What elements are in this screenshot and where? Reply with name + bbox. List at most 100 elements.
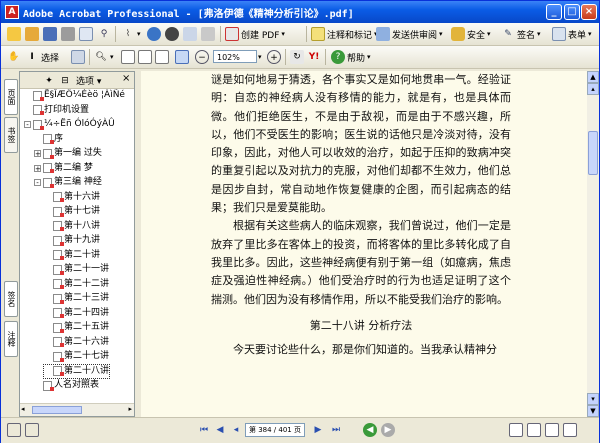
- bookmark-item[interactable]: 第二十讲: [44, 249, 100, 262]
- print-setup-button[interactable]: [183, 26, 197, 42]
- tab-comments[interactable]: 注释: [4, 321, 18, 357]
- fit-page-button[interactable]: [138, 49, 152, 65]
- bookmark-icon: [43, 380, 54, 391]
- scroll-down-button[interactable]: ▼: [587, 405, 599, 417]
- select-text-button[interactable]: I 选择: [25, 49, 59, 65]
- yahoo-button[interactable]: Y!: [307, 49, 321, 65]
- maximize-button[interactable]: □: [564, 4, 580, 20]
- bookmark-item[interactable]: - 第三编 神经: [34, 176, 102, 189]
- camera-button[interactable]: [165, 26, 179, 42]
- zoom-out-button[interactable]: −: [195, 49, 209, 65]
- close-button[interactable]: ×: [581, 4, 597, 20]
- email-button[interactable]: [79, 26, 93, 42]
- scroll-top-button[interactable]: ▴: [587, 83, 599, 95]
- scroll-up-button[interactable]: ▲: [587, 71, 599, 83]
- tab-pages[interactable]: 页面: [4, 79, 18, 115]
- bookmark-item[interactable]: 第二十一讲: [44, 263, 109, 276]
- bookmark-item[interactable]: 第十六讲: [44, 191, 100, 204]
- comment-markup-button[interactable]: 注释和标记▾: [311, 26, 378, 42]
- delete-bookmark-icon[interactable]: ⊟: [58, 74, 72, 88]
- chapter-heading: 第二十八讲 分析疗法: [309, 318, 413, 332]
- zoom-level-input[interactable]: 102%: [213, 50, 257, 63]
- collapse-icon[interactable]: -: [24, 121, 31, 129]
- print-button[interactable]: [61, 26, 75, 42]
- document-view[interactable]: 谜是如何地易于猜透，各个事实又是如何地贯串一气。经验证明：自恋的神经病人没有移情…: [141, 71, 587, 417]
- bookmark-item[interactable]: + 第二编 梦: [34, 162, 93, 175]
- next-page-icon[interactable]: ▶: [311, 423, 325, 437]
- bookmark-item[interactable]: 第十九讲: [44, 234, 100, 247]
- open-button[interactable]: [7, 26, 21, 42]
- rotate-button[interactable]: ↻: [290, 49, 304, 65]
- actual-size-button[interactable]: [121, 49, 135, 65]
- fit-width-button[interactable]: [155, 49, 169, 65]
- bookmark-item[interactable]: 第二十六讲: [44, 336, 109, 349]
- collapse-icon[interactable]: -: [34, 179, 41, 187]
- forms-button[interactable]: 表单 ▾: [552, 26, 592, 42]
- zoom-dropdown[interactable]: ▾: [258, 49, 262, 65]
- pdf-icon: [183, 27, 197, 41]
- snapshot-button[interactable]: [71, 49, 85, 65]
- bookmark-item[interactable]: 第十七讲: [44, 205, 100, 218]
- panel-horizontal-scrollbar[interactable]: ◂ ▸: [20, 403, 134, 416]
- bookmark-item[interactable]: 第二十五讲: [44, 321, 109, 334]
- minimize-button[interactable]: _: [546, 4, 562, 20]
- hand-tool-button[interactable]: ✋: [7, 49, 21, 65]
- send-review-button[interactable]: 发送供审阅 ▾: [376, 26, 443, 42]
- tab-bookmarks[interactable]: 书签: [4, 117, 18, 153]
- previous-page-icon[interactable]: ◀: [213, 423, 227, 437]
- bookmark-item[interactable]: + 第一编 过失: [34, 147, 102, 160]
- document-vertical-scrollbar[interactable]: ▲ ▴ ▾ ▼: [587, 71, 599, 417]
- bookmark-item[interactable]: 序: [34, 133, 63, 146]
- bookmark-icon: [53, 351, 64, 362]
- scroll-thumb[interactable]: [588, 131, 598, 175]
- first-page-icon[interactable]: ⏮: [197, 423, 211, 437]
- bookmark-item[interactable]: 人名对照表: [34, 379, 99, 392]
- bookmark-item[interactable]: 第二十四讲: [44, 307, 109, 320]
- scroll-bottom-button[interactable]: ▾: [587, 393, 599, 405]
- sign-button[interactable]: ✎ 签名 ▾: [501, 26, 540, 42]
- secure-button[interactable]: 安全 ▾: [451, 26, 491, 42]
- globe-button[interactable]: [147, 26, 161, 42]
- bookmark-icon: [33, 105, 44, 115]
- chevron-down-icon: ▾: [258, 53, 262, 61]
- save-button[interactable]: [43, 26, 57, 42]
- single-page-button[interactable]: [175, 49, 189, 65]
- help-icon: ?: [331, 50, 345, 64]
- page-size-icon[interactable]: [7, 423, 21, 437]
- page-number-input[interactable]: 第 384 / 401 页: [245, 423, 305, 437]
- hand-sign-button[interactable]: [201, 26, 215, 42]
- continuous-facing-view-icon[interactable]: [563, 423, 577, 437]
- go-back-icon[interactable]: ◀: [363, 423, 377, 437]
- search-button[interactable]: ⚲: [97, 26, 111, 42]
- previous-page-alt-icon[interactable]: ◂: [229, 423, 243, 437]
- bookmark-item[interactable]: 第二十七讲: [44, 350, 109, 363]
- folder-icon: [25, 27, 39, 41]
- last-page-icon[interactable]: ⏭: [329, 423, 343, 437]
- email-icon: [79, 27, 93, 41]
- zoom-tool-button[interactable]: 🔍︎ ▾: [94, 49, 113, 65]
- bookmark-item[interactable]: 打印机设置: [24, 104, 89, 117]
- zoom-in-button[interactable]: +: [267, 49, 281, 65]
- bookmark-item[interactable]: 第二十八讲: [42, 363, 111, 379]
- tab-signatures[interactable]: 签名: [4, 281, 18, 317]
- new-bookmark-icon[interactable]: ✦: [42, 74, 56, 88]
- help-button[interactable]: ? 帮助 ▾: [331, 49, 371, 65]
- expand-icon[interactable]: +: [34, 150, 41, 158]
- create-pdf-button[interactable]: 创建 PDF ▾: [225, 26, 285, 42]
- go-forward-icon[interactable]: ▶: [381, 423, 395, 437]
- facing-view-icon[interactable]: [545, 423, 559, 437]
- expand-icon[interactable]: +: [34, 164, 41, 172]
- close-panel-icon[interactable]: ×: [122, 73, 130, 84]
- bookmark-item[interactable]: - ¼÷Ëñ ÓlóÓýÀÛ: [24, 118, 115, 131]
- single-page-view-icon[interactable]: [509, 423, 523, 437]
- layout-icon[interactable]: [25, 423, 39, 437]
- title-bar[interactable]: A Adobe Acrobat Professional - [弗洛伊德《精神分…: [1, 1, 599, 23]
- attach-button[interactable]: ⌇ ▾: [121, 26, 141, 42]
- continuous-view-icon[interactable]: [527, 423, 541, 437]
- bookmark-item[interactable]: 第二十二讲: [44, 278, 109, 291]
- options-menu[interactable]: 选项 ▾: [76, 74, 101, 87]
- create-from-file-button[interactable]: [25, 26, 39, 42]
- bookmark-item[interactable]: Ë§ÎÆÖ¼Éèö ¦ÀìÑé: [24, 89, 125, 102]
- bookmark-item[interactable]: 第十八讲: [44, 220, 100, 233]
- bookmark-item[interactable]: 第二十三讲: [44, 292, 109, 305]
